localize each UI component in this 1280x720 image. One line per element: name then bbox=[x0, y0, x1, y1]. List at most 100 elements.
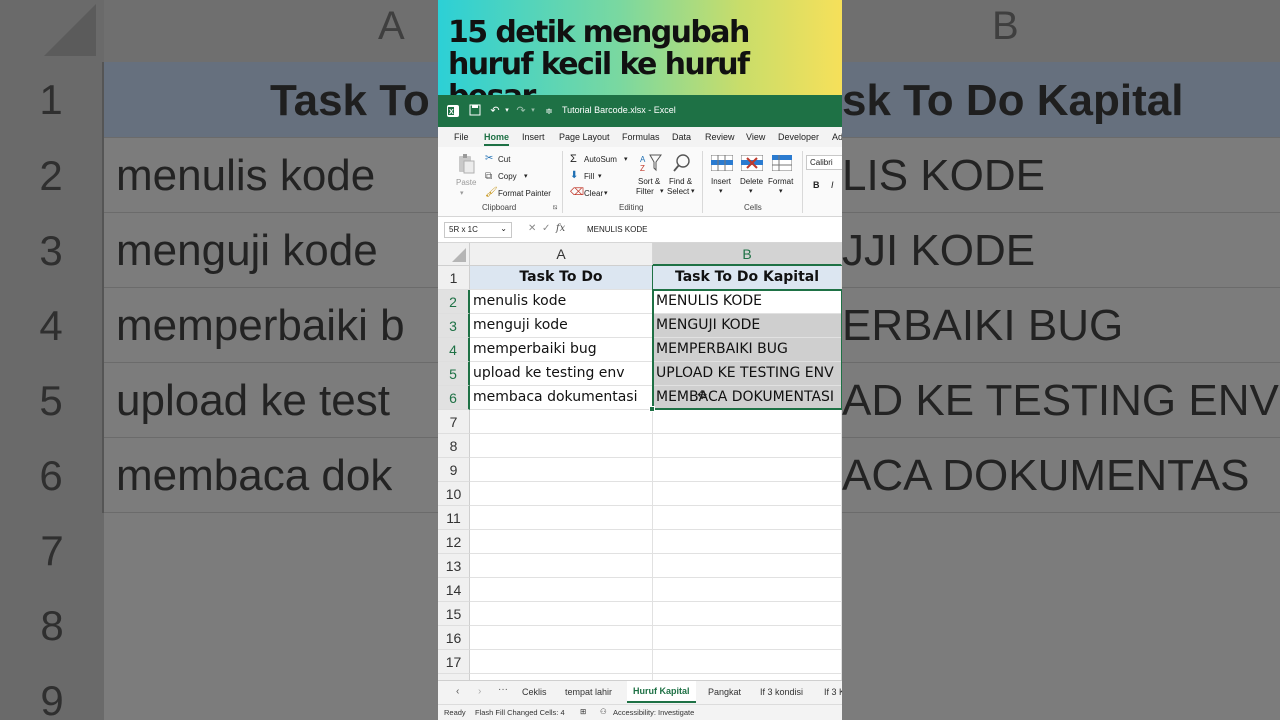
insert-button[interactable]: Insert bbox=[711, 177, 731, 186]
find-select-label-2[interactable]: Select bbox=[667, 187, 689, 196]
autosum-icon[interactable]: Σ bbox=[570, 153, 577, 165]
cell-a[interactable] bbox=[470, 506, 653, 530]
magnifier-icon[interactable] bbox=[672, 153, 692, 172]
row-header[interactable]: 10 bbox=[438, 482, 470, 506]
fill-handle[interactable] bbox=[649, 406, 655, 412]
font-name-box[interactable]: Calibri bbox=[806, 155, 842, 170]
chevron-down-icon[interactable]: ▾ bbox=[524, 172, 528, 180]
row-header[interactable]: 4 bbox=[438, 338, 470, 362]
accessibility-icon[interactable]: ⚇ bbox=[600, 707, 607, 716]
italic-button[interactable]: I bbox=[831, 180, 834, 190]
cell-a[interactable] bbox=[470, 578, 653, 602]
cell-a[interactable] bbox=[470, 554, 653, 578]
scissors-icon[interactable]: ✂ bbox=[485, 154, 493, 164]
formula-input[interactable]: MENULIS KODE bbox=[587, 225, 647, 234]
format-cells-icon[interactable] bbox=[771, 154, 793, 172]
row-header[interactable]: 6 bbox=[438, 386, 470, 410]
save-icon[interactable] bbox=[468, 104, 482, 118]
cell-b[interactable]: MEMPERBAIKI BUG bbox=[653, 338, 842, 362]
cell-a[interactable]: membaca dokumentasi bbox=[470, 386, 653, 410]
sheet-tab[interactable]: If 3 kondisi bbox=[760, 687, 803, 697]
more-sheets-icon[interactable]: ··· bbox=[498, 684, 508, 695]
cell-b[interactable] bbox=[653, 626, 842, 650]
sort-filter-label-1[interactable]: Sort & bbox=[638, 177, 660, 186]
sheet-tab[interactable]: tempat lahir bbox=[565, 687, 612, 697]
cell-b[interactable] bbox=[653, 554, 842, 578]
enter-icon[interactable]: ✓ bbox=[542, 223, 550, 234]
chevron-down-icon[interactable]: ⌄ bbox=[500, 224, 507, 233]
chevron-down-icon[interactable]: ▾ bbox=[749, 187, 753, 195]
tab-developer[interactable]: Developer bbox=[778, 132, 819, 142]
cell-b[interactable]: MENGUJI KODE bbox=[653, 314, 842, 338]
cell-a[interactable]: memperbaiki bug bbox=[470, 338, 653, 362]
row-header[interactable]: 8 bbox=[438, 434, 470, 458]
copy-button[interactable]: Copy bbox=[498, 172, 517, 181]
chevron-down-icon[interactable]: ▾ bbox=[500, 104, 514, 118]
name-box[interactable]: 5R x 1C ⌄ bbox=[444, 222, 512, 238]
dialog-launcher-icon[interactable]: ⧅ bbox=[553, 204, 557, 212]
cell-b[interactable] bbox=[653, 602, 842, 626]
fill-button[interactable]: Fill bbox=[584, 172, 594, 181]
format-button[interactable]: Format bbox=[768, 177, 793, 186]
format-painter-icon[interactable]: 🖌 bbox=[485, 188, 498, 198]
tab-view[interactable]: View bbox=[746, 132, 765, 142]
row-header[interactable]: 5 bbox=[438, 362, 470, 386]
tab-insert[interactable]: Insert bbox=[522, 132, 545, 142]
cell-b[interactable] bbox=[653, 650, 842, 674]
macro-record-icon[interactable]: ⊞ bbox=[580, 707, 586, 716]
cell-a[interactable] bbox=[470, 626, 653, 650]
chevron-down-icon[interactable]: ▾ bbox=[660, 187, 664, 195]
chevron-down-icon[interactable]: ▾ bbox=[604, 189, 608, 197]
cell-b[interactable]: MEMBACA DOKUMENTASI bbox=[653, 386, 842, 410]
cell-b[interactable] bbox=[653, 482, 842, 506]
row-header[interactable]: 14 bbox=[438, 578, 470, 602]
row-header[interactable]: 9 bbox=[438, 458, 470, 482]
tab-home[interactable]: Home bbox=[484, 132, 510, 146]
chevron-down-icon[interactable]: ▾ bbox=[460, 189, 464, 197]
sheet-tab-active[interactable]: Huruf Kapital bbox=[627, 681, 696, 703]
column-header-b[interactable]: B bbox=[653, 243, 842, 266]
cell-a[interactable]: menguji kode bbox=[470, 314, 653, 338]
cell-b[interactable] bbox=[653, 410, 842, 434]
delete-button[interactable]: Delete bbox=[740, 177, 763, 186]
cell-b[interactable] bbox=[653, 530, 842, 554]
row-header[interactable]: 13 bbox=[438, 554, 470, 578]
tab-data[interactable]: Data bbox=[672, 132, 691, 142]
cell-a[interactable] bbox=[470, 602, 653, 626]
tab-file[interactable]: File bbox=[454, 132, 469, 142]
sort-filter-icon[interactable]: AZ bbox=[640, 153, 662, 173]
cell-a[interactable] bbox=[470, 530, 653, 554]
tab-review[interactable]: Review bbox=[705, 132, 735, 142]
cell-a[interactable] bbox=[470, 650, 653, 674]
cell-a[interactable] bbox=[470, 458, 653, 482]
cell-b[interactable] bbox=[653, 458, 842, 482]
sheet-tab[interactable]: Pangkat bbox=[708, 687, 741, 697]
cell-a[interactable] bbox=[470, 482, 653, 506]
header-cell-a[interactable]: Task To Do bbox=[470, 266, 653, 290]
cell-b[interactable]: UPLOAD KE TESTING ENV bbox=[653, 362, 842, 386]
row-header[interactable]: 1 bbox=[438, 266, 470, 290]
cell-b[interactable]: MENULIS KODE bbox=[653, 290, 842, 314]
row-header[interactable]: 3 bbox=[438, 314, 470, 338]
tab-page-layout[interactable]: Page Layout bbox=[559, 132, 610, 142]
row-header[interactable]: 17 bbox=[438, 650, 470, 674]
copy-icon[interactable]: ⧉ bbox=[485, 172, 492, 182]
chevron-down-icon[interactable]: ▾ bbox=[691, 187, 695, 195]
cell-a[interactable] bbox=[470, 434, 653, 458]
cell-a[interactable]: menulis kode bbox=[470, 290, 653, 314]
chevron-down-icon[interactable]: ▾ bbox=[719, 187, 723, 195]
chevron-down-icon[interactable]: ▾ bbox=[598, 172, 602, 180]
clear-button[interactable]: Clear bbox=[584, 189, 603, 198]
delete-cells-icon[interactable] bbox=[740, 154, 764, 172]
chevron-down-icon[interactable]: ▾ bbox=[624, 155, 628, 163]
cell-a[interactable] bbox=[470, 410, 653, 434]
paste-label[interactable]: Paste bbox=[456, 178, 476, 187]
format-painter-button[interactable]: Format Painter bbox=[498, 189, 551, 198]
select-all-button[interactable] bbox=[438, 243, 470, 266]
chevron-right-icon[interactable]: › bbox=[478, 686, 481, 697]
sheet-tab[interactable]: If 3 K bbox=[824, 687, 842, 697]
row-header[interactable]: 11 bbox=[438, 506, 470, 530]
cell-a[interactable]: upload ke testing env bbox=[470, 362, 653, 386]
column-header-a[interactable]: A bbox=[470, 243, 653, 266]
bold-button[interactable]: B bbox=[813, 180, 820, 190]
